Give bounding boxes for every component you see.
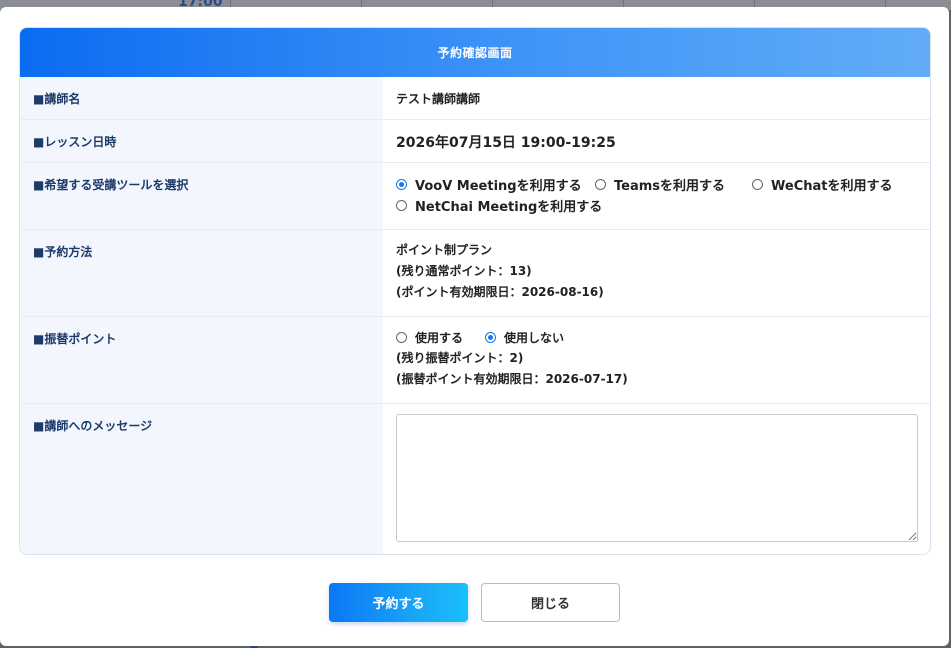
tool-option-voov[interactable]: VooV Meetingを利用する [396, 175, 595, 194]
teacher-label: ■講師名 [20, 77, 383, 119]
tool-options-line-2: NetChai Meetingを利用する [396, 195, 918, 216]
tool-option-voov-label: VooV Meetingを利用する [415, 179, 582, 194]
reservation-method-row: ■予約方法 ポイント制プラン (残り通常ポイント：13) (ポイント有効期限日：… [20, 230, 930, 317]
tool-options-line-1: VooV Meetingを利用する Teamsを利用する WeChatを利用する [396, 174, 918, 195]
lesson-datetime-value: 2026年07月15日 19:00-19:25 [396, 135, 616, 151]
transfer-option-not-use-label: 使用しない [504, 331, 565, 345]
radio-use-transfer[interactable] [396, 332, 407, 343]
transfer-points-value: 使用する 使用しない (残り振替ポイント：2) (振替ポイント有効期限日：202… [383, 317, 930, 403]
reserve-button[interactable]: 予約する [329, 583, 468, 622]
remaining-transfer-points: (残り振替ポイント：2) [396, 351, 524, 365]
tool-option-wechat[interactable]: WeChatを利用する [752, 175, 892, 194]
tool-option-teams-label: Teamsを利用する [614, 179, 726, 194]
transfer-points-row: ■振替ポイント 使用する 使用しない (残り振替ポイント：2) (振替ポイント有… [20, 317, 930, 404]
tool-select-label: ■希望する受講ツールを選択 [20, 163, 383, 229]
transfer-option-not-use[interactable]: 使用しない [485, 329, 564, 346]
confirm-panel: 予約確認画面 ■講師名 テスト講師講師 ■レッスン日時 2026年07月15日 … [19, 27, 931, 555]
transfer-options: 使用する 使用しない [396, 327, 918, 348]
reservation-method-value: ポイント制プラン (残り通常ポイント：13) (ポイント有効期限日：2026-0… [383, 230, 930, 316]
reservation-method-label: ■予約方法 [20, 230, 383, 316]
lesson-datetime-row: ■レッスン日時 2026年07月15日 19:00-19:25 [20, 120, 930, 163]
tool-option-wechat-label: WeChatを利用する [771, 179, 893, 194]
radio-wechat[interactable] [752, 179, 763, 190]
tool-options: VooV Meetingを利用する Teamsを利用する WeChatを利用する [383, 163, 930, 229]
radio-voov[interactable] [396, 179, 407, 190]
lesson-datetime-label: ■レッスン日時 [20, 120, 383, 162]
tool-option-teams[interactable]: Teamsを利用する [595, 175, 752, 194]
radio-not-use-transfer[interactable] [485, 332, 496, 343]
modal-title: 予約確認画面 [20, 28, 930, 77]
radio-netchai[interactable] [396, 200, 407, 211]
message-row: ■講師へのメッセージ [20, 404, 930, 554]
transfer-points-label: ■振替ポイント [20, 317, 383, 403]
remaining-points: (残り通常ポイント：13) [396, 264, 532, 278]
message-value [383, 404, 930, 554]
message-label: ■講師へのメッセージ [20, 404, 383, 554]
transfer-points-expiry: (振替ポイント有効期限日：2026-07-17) [396, 372, 628, 386]
reservation-confirm-modal: 予約確認画面 ■講師名 テスト講師講師 ■レッスン日時 2026年07月15日 … [0, 7, 949, 646]
radio-teams[interactable] [595, 179, 606, 190]
message-textarea[interactable] [396, 414, 918, 542]
transfer-option-use[interactable]: 使用する [396, 329, 485, 346]
close-button[interactable]: 閉じる [481, 583, 620, 622]
tool-option-netchai-label: NetChai Meetingを利用する [415, 200, 603, 215]
tool-select-row: ■希望する受講ツールを選択 VooV Meetingを利用する Teamsを利用… [20, 163, 930, 230]
tool-option-netchai[interactable]: NetChai Meetingを利用する [396, 196, 602, 215]
teacher-row: ■講師名 テスト講師講師 [20, 77, 930, 120]
teacher-value: テスト講師講師 [396, 92, 481, 106]
points-expiry: (ポイント有効期限日：2026-08-16) [396, 285, 604, 299]
transfer-option-use-label: 使用する [415, 331, 464, 345]
plan-name: ポイント制プラン [396, 243, 493, 257]
